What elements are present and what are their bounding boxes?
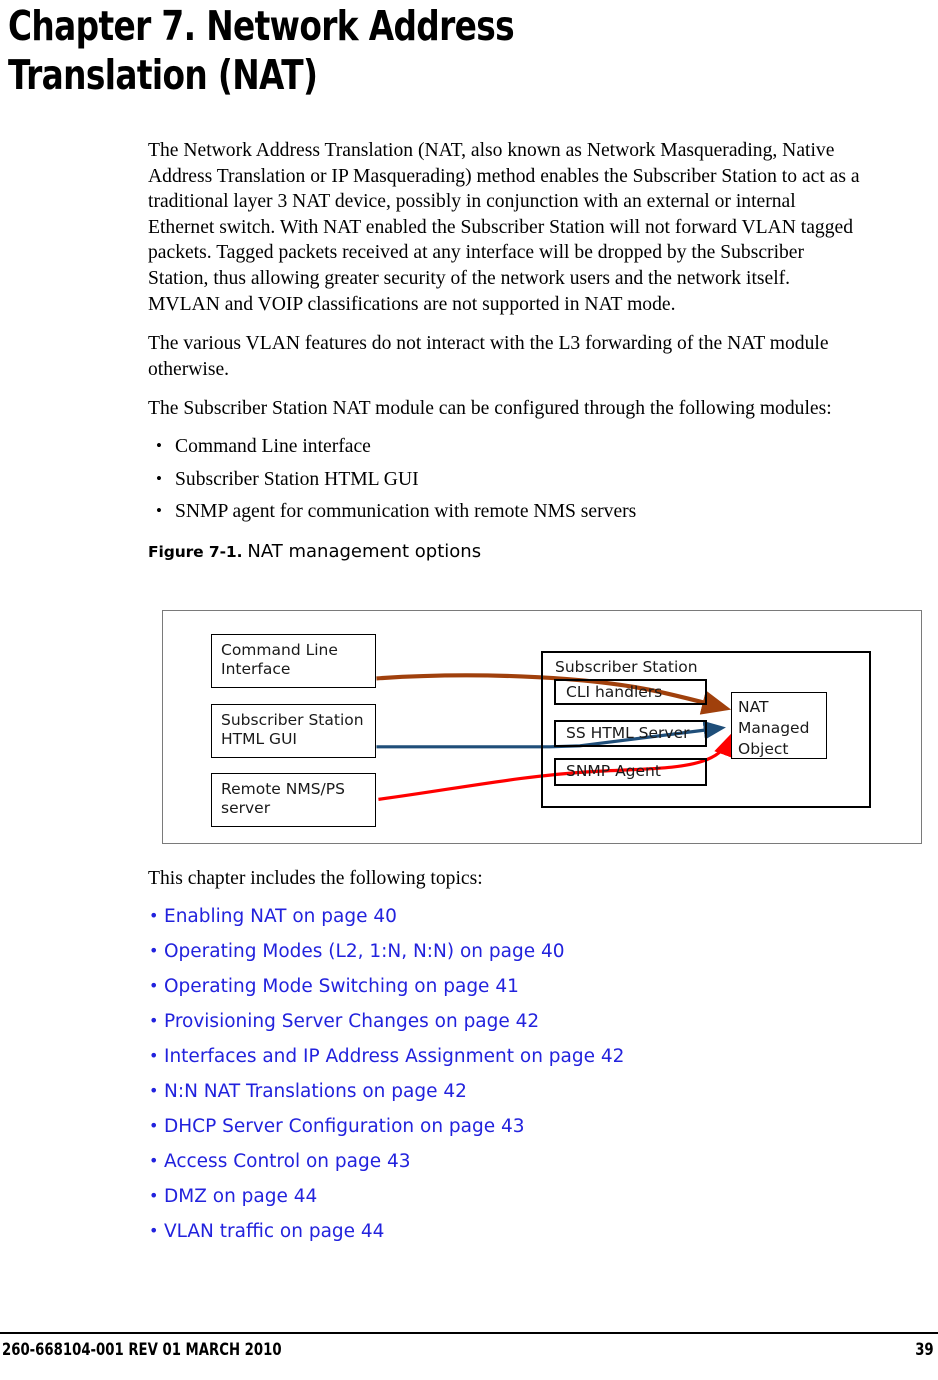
diagram-box-label: Command Line Interface <box>221 641 338 678</box>
topic-link-vlan-traffic[interactable]: VLAN traffic on page 44 <box>148 1220 860 1243</box>
body-content: The Network Address Translation (NAT, al… <box>148 138 860 570</box>
footer-divider <box>0 1332 938 1334</box>
topics-section: This chapter includes the following topi… <box>148 866 860 1256</box>
bullet-item: Subscriber Station HTML GUI <box>148 466 860 493</box>
footer-page-number: 39 <box>915 1340 934 1360</box>
topics-link-list: Enabling NAT on page 40 Operating Modes … <box>148 905 860 1243</box>
diagram-box-nat-managed-object: NAT Managed Object <box>731 692 827 759</box>
topic-link-dhcp-server-configuration[interactable]: DHCP Server Configuration on page 43 <box>148 1115 860 1138</box>
diagram-box-label: SS HTML Server <box>566 724 690 742</box>
topic-link-nn-nat-translations[interactable]: N:N NAT Translations on page 42 <box>148 1080 860 1103</box>
bullet-item: Command Line interface <box>148 433 860 460</box>
diagram-box-label: Remote NMS/PS server <box>221 780 345 817</box>
paragraph-vlan-features: The various VLAN features do not interac… <box>148 333 829 380</box>
figure-nat-management-options: Command Line Interface Subscriber Statio… <box>162 610 922 844</box>
diagram-box-remote-nms-ps-server: Remote NMS/PS server <box>211 773 376 827</box>
topic-link-access-control[interactable]: Access Control on page 43 <box>148 1150 860 1173</box>
figure-title: NAT management options <box>247 540 482 562</box>
topic-link-operating-mode-switching[interactable]: Operating Mode Switching on page 41 <box>148 975 860 998</box>
topics-intro: This chapter includes the following topi… <box>148 868 483 889</box>
bullet-item: SNMP agent for communication with remote… <box>148 498 860 525</box>
topic-link-operating-modes[interactable]: Operating Modes (L2, 1:N, N:N) on page 4… <box>148 940 860 963</box>
paragraph-modules-intro: The Subscriber Station NAT module can be… <box>148 398 832 420</box>
diagram-box-command-line-interface: Command Line Interface <box>211 634 376 688</box>
topic-link-enabling-nat[interactable]: Enabling NAT on page 40 <box>148 905 860 928</box>
diagram-box-subscriber-station-html-gui: Subscriber Station HTML GUI <box>211 704 376 758</box>
topic-link-provisioning-server-changes[interactable]: Provisioning Server Changes on page 42 <box>148 1010 860 1033</box>
figure-caption: Figure 7-1. NAT management options <box>148 541 860 562</box>
diagram-box-label: CLI handlers <box>566 683 663 701</box>
diagram-box-label: Subscriber Station HTML GUI <box>221 711 364 748</box>
diagram-box-cli-handlers: CLI handlers <box>554 679 707 705</box>
page-title: Chapter 7. Network Address Translation (… <box>8 2 515 99</box>
diagram-box-snmp-agent: SNMP Agent <box>554 758 707 786</box>
diagram-box-label: Subscriber Station <box>555 658 698 676</box>
paragraph-intro: The Network Address Translation (NAT, al… <box>148 140 860 315</box>
modules-bullet-list: Command Line interface Subscriber Statio… <box>148 433 860 525</box>
topic-link-dmz[interactable]: DMZ on page 44 <box>148 1185 860 1208</box>
footer-document-id: 260-668104-001 REV 01 MARCH 2010 <box>2 1340 282 1360</box>
diagram-box-label: SNMP Agent <box>566 762 661 780</box>
figure-number: Figure 7-1. <box>148 542 243 561</box>
diagram-box-label: NAT Managed Object <box>738 698 810 758</box>
topic-link-interfaces-ip-address-assignment[interactable]: Interfaces and IP Address Assignment on … <box>148 1045 860 1068</box>
diagram-box-ss-html-server: SS HTML Server <box>554 720 707 747</box>
